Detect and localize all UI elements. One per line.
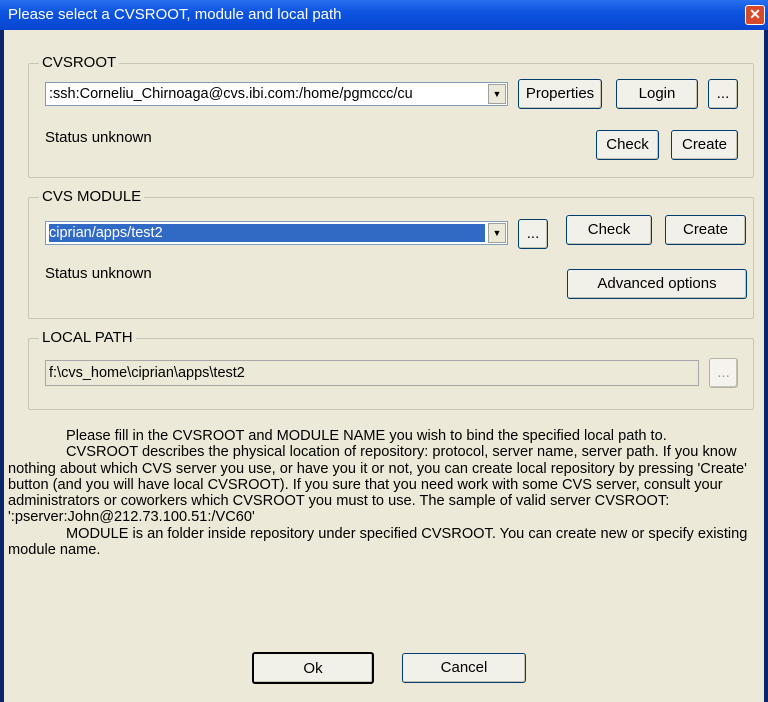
local-path-field[interactable]: f:\cvs_home\ciprian\apps\test2 — [45, 360, 699, 386]
module-status-text: Status unknown — [45, 265, 152, 282]
cvsroot-combobox[interactable]: :ssh:Corneliu_Chirnoaga@cvs.ibi.com:/hom… — [45, 82, 508, 106]
cvsroot-browse-button[interactable]: ... — [708, 79, 738, 109]
properties-button[interactable]: Properties — [518, 79, 602, 109]
module-check-button[interactable]: Check — [566, 215, 652, 245]
local-path-group: LOCAL PATH f:\cvs_home\ciprian\apps\test… — [28, 329, 754, 410]
help-paragraph-1: Please fill in the CVSROOT and MODULE NA… — [66, 428, 667, 444]
help-text: Please fill in the CVSROOT and MODULE NA… — [8, 428, 752, 558]
help-paragraph-2: CVSROOT describes the physical location … — [8, 444, 747, 526]
cvsroot-group: CVSROOT :ssh:Corneliu_Chirnoaga@cvs.ibi.… — [28, 54, 754, 178]
cancel-button[interactable]: Cancel — [402, 653, 526, 683]
cvsroot-group-label: CVSROOT — [39, 54, 120, 71]
login-button[interactable]: Login — [616, 79, 698, 109]
module-create-button[interactable]: Create — [665, 215, 746, 245]
window-title: Please select a CVSROOT, module and loca… — [8, 6, 342, 23]
title-bar[interactable]: Please select a CVSROOT, module and loca… — [0, 0, 768, 30]
chevron-down-icon[interactable]: ▼ — [488, 223, 506, 243]
dialog-window: Please select a CVSROOT, module and loca… — [0, 0, 768, 702]
cvsroot-check-button[interactable]: Check — [596, 130, 659, 160]
module-group-label: CVS MODULE — [39, 188, 145, 205]
cvsroot-status-text: Status unknown — [45, 129, 152, 146]
module-group: CVS MODULE ciprian/apps/test2 ▼ ... Chec… — [28, 188, 754, 319]
module-combobox-value: ciprian/apps/test2 — [49, 224, 485, 242]
help-paragraph-3: MODULE is an folder inside repository un… — [8, 525, 748, 559]
module-combobox[interactable]: ciprian/apps/test2 ▼ — [45, 221, 508, 245]
ok-button[interactable]: Ok — [252, 652, 374, 684]
close-icon[interactable]: ✕ — [745, 5, 765, 25]
dialog-client-area: CVSROOT :ssh:Corneliu_Chirnoaga@cvs.ibi.… — [4, 30, 764, 702]
chevron-down-icon[interactable]: ▼ — [488, 84, 506, 104]
advanced-options-button[interactable]: Advanced options — [567, 269, 747, 299]
local-path-browse-button[interactable]: ... — [709, 358, 738, 388]
module-browse-button[interactable]: ... — [518, 219, 548, 249]
cvsroot-combobox-value: :ssh:Corneliu_Chirnoaga@cvs.ibi.com:/hom… — [49, 86, 413, 102]
local-path-group-label: LOCAL PATH — [39, 329, 136, 346]
cvsroot-create-button[interactable]: Create — [671, 130, 738, 160]
